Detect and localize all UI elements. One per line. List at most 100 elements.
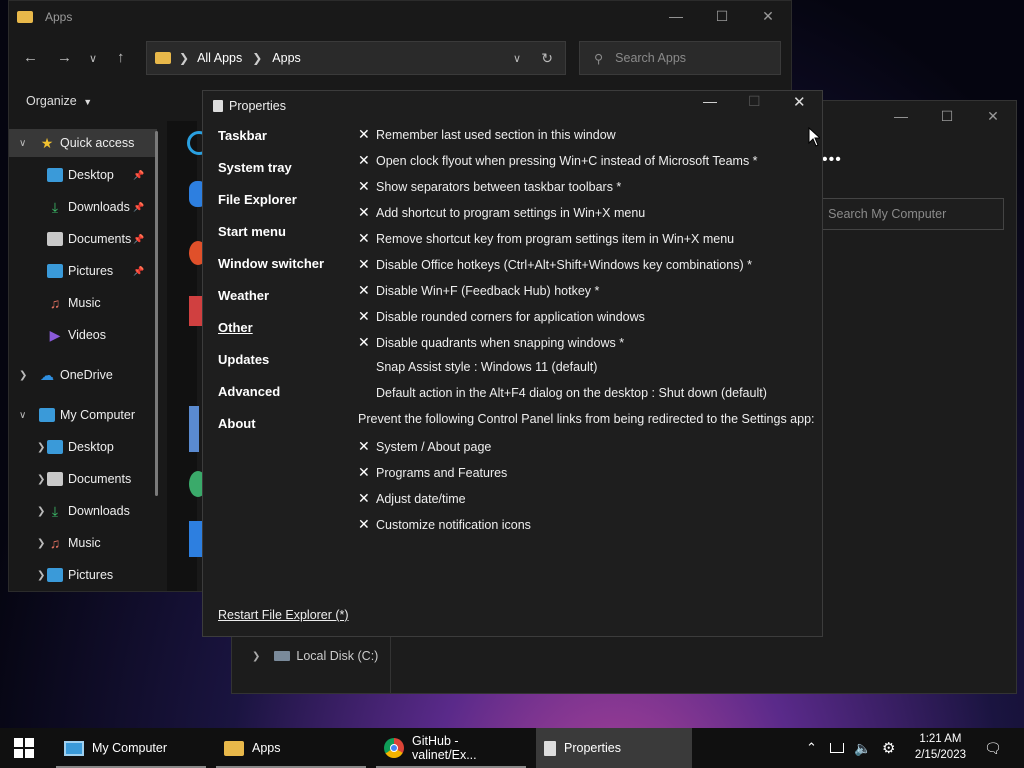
volume-icon[interactable]: 🔈 — [854, 728, 874, 768]
search-apps-input[interactable]: ⚲ Search Apps — [579, 41, 781, 75]
sidebar-item[interactable]: ❯ ♫ Music — [9, 529, 157, 557]
nav-updates[interactable]: Updates — [218, 352, 269, 367]
option-toggle[interactable]: ✕ Open clock flyout when pressing Win+C i… — [358, 152, 758, 169]
mouse-cursor-icon — [808, 127, 820, 147]
sidebar-item[interactable]: Desktop 📌 — [9, 161, 157, 189]
properties-icon — [544, 740, 556, 756]
chevron-right-icon[interactable]: ❯ — [252, 651, 260, 662]
navigation-pane: ∨ ★ Quick access Desktop 📌 ⤓ Downloads 📌 Documen… — [9, 121, 169, 591]
pin-icon: 📌 — [133, 169, 145, 180]
option-label: Open clock flyout when pressing Win+C in… — [376, 153, 758, 168]
recent-chevron-icon[interactable]: ∨ — [89, 52, 97, 65]
nav-weather[interactable]: Weather — [218, 288, 269, 303]
nav-other[interactable]: Other — [218, 320, 253, 335]
address-bar[interactable]: ❯ All Apps ❯ Apps ∨ ↻ — [146, 41, 566, 75]
chevron-right-icon[interactable]: ❯ — [37, 538, 45, 549]
sidebar-item[interactable]: ∨ My Computer — [9, 401, 157, 429]
close-button[interactable]: ✕ — [745, 1, 791, 31]
option-toggle[interactable]: ✕ Remove shortcut key from program settin… — [358, 230, 734, 247]
nav-taskbar[interactable]: Taskbar — [218, 128, 267, 143]
clock[interactable]: 1:21 AM 2/15/2023 — [915, 731, 966, 763]
search-my-computer-input[interactable]: ⚲ Search My Computer — [809, 198, 1004, 230]
nav-system-tray[interactable]: System tray — [218, 160, 292, 175]
navigation-bar: ← → ∨ ↑ ❯ All Apps ❯ Apps ∨ ↻ ⚲ Search A… — [9, 41, 791, 77]
option-toggle[interactable]: ✕ Disable quadrants when snapping windows… — [358, 334, 624, 351]
option-toggle[interactable]: ✕ Remember last used section in this wind… — [358, 126, 616, 143]
properties-dialog[interactable]: Properties — ☐ ✕ Taskbar System tray File … — [202, 90, 823, 637]
chevron-right-icon[interactable]: ❯ — [37, 506, 45, 517]
app-icon[interactable] — [189, 406, 199, 452]
option-selector[interactable]: Default action in the Alt+F4 dialog on t… — [376, 386, 767, 400]
sidebar-item[interactable]: Pictures 📌 — [9, 257, 157, 285]
sidebar-item-label: Music — [68, 296, 101, 310]
breadcrumb-apps[interactable]: Apps — [272, 51, 301, 65]
restart-file-explorer-link[interactable]: Restart File Explorer (*) — [218, 608, 349, 622]
chevron-down-icon[interactable]: ∨ — [19, 410, 26, 421]
option-toggle[interactable]: ✕ Adjust date/time — [358, 490, 466, 507]
chevron-right-icon[interactable]: ❯ — [37, 474, 45, 485]
start-button[interactable] — [0, 728, 48, 768]
taskbar-app-properties[interactable]: Properties — [536, 728, 692, 768]
option-toggle[interactable]: ✕ Disable Win+F (Feedback Hub) hotkey * — [358, 282, 599, 299]
close-button[interactable]: ✕ — [793, 93, 806, 111]
sidebar-item[interactable]: ❯ Documents — [9, 465, 157, 493]
network-icon[interactable] — [830, 728, 848, 768]
chevron-right-icon[interactable]: ❯ — [37, 442, 45, 453]
maximize-button[interactable]: ☐ — [924, 101, 970, 131]
nav-file-explorer[interactable]: File Explorer — [218, 192, 297, 207]
sidebar-item[interactable]: Documents 📌 — [9, 225, 157, 253]
nav-window-switcher[interactable]: Window switcher — [218, 256, 324, 271]
local-disk-item[interactable]: ❯ Local Disk (C:) — [252, 649, 378, 663]
chevron-right-icon[interactable]: ❯ — [19, 370, 27, 381]
sidebar-item-label: Desktop — [68, 168, 114, 182]
organize-button[interactable]: Organize ▼ — [26, 94, 92, 108]
forward-arrow-icon[interactable]: → — [57, 49, 72, 66]
chevron-down-icon: ▼ — [83, 97, 93, 107]
notification-center-icon[interactable]: 🗨 — [984, 728, 1004, 768]
sidebar-item[interactable]: ♫ Music — [9, 289, 157, 317]
option-toggle[interactable]: ✕ Show separators between taskbar toolbar… — [358, 178, 621, 195]
sidebar-item-label: Music — [68, 536, 101, 550]
sidebar-item[interactable]: ▶ Videos — [9, 321, 157, 349]
option-toggle[interactable]: ✕ Disable Office hotkeys (Ctrl+Alt+Shift+… — [358, 256, 752, 273]
document-icon — [47, 472, 63, 486]
sidebar-item[interactable]: ⤓ Downloads 📌 — [9, 193, 157, 221]
option-selector[interactable]: Snap Assist style : Windows 11 (default) — [376, 360, 597, 374]
maximize-button[interactable]: ☐ — [699, 1, 745, 31]
sidebar-item[interactable]: ❯ Desktop — [9, 433, 157, 461]
sidebar-item[interactable]: ❯ ⤓ Downloads — [9, 497, 157, 525]
option-label: System / About page — [376, 439, 492, 454]
properties-icon — [213, 100, 223, 112]
option-toggle[interactable]: ✕ System / About page — [358, 438, 491, 455]
up-arrow-icon[interactable]: ↑ — [117, 49, 125, 66]
show-hidden-icons-chevron-icon[interactable]: ⌃ — [806, 728, 824, 768]
close-button[interactable]: ✕ — [970, 101, 1016, 131]
more-options-icon[interactable]: ••• — [822, 151, 842, 169]
chevron-down-icon[interactable]: ∨ — [19, 138, 26, 149]
minimize-button[interactable]: — — [703, 93, 717, 109]
option-toggle[interactable]: ✕ Customize notification icons — [358, 516, 531, 533]
minimize-button[interactable]: — — [878, 101, 924, 131]
back-arrow-icon[interactable]: ← — [23, 49, 38, 66]
sidebar-item[interactable]: ∨ ★ Quick access — [9, 129, 157, 157]
settings-gear-icon[interactable]: ⚙ — [882, 728, 902, 768]
chevron-right-icon[interactable]: ❯ — [37, 570, 45, 581]
nav-advanced[interactable]: Advanced — [218, 384, 280, 399]
taskbar-app-chrome[interactable]: GitHub - valinet/Ex... — [376, 728, 526, 768]
properties-titlebar[interactable]: Properties — [203, 91, 822, 121]
sidebar-item[interactable]: ❯ Pictures — [9, 561, 157, 589]
sidebar-scrollbar[interactable] — [155, 131, 158, 496]
refresh-icon[interactable]: ↻ — [541, 50, 553, 67]
option-toggle[interactable]: ✕ Add shortcut to program settings in Win… — [358, 204, 645, 221]
option-toggle[interactable]: ✕ Programs and Features — [358, 464, 507, 481]
breadcrumb-all-apps[interactable]: All Apps — [197, 51, 242, 65]
sidebar-item[interactable]: ❯ ☁ OneDrive — [9, 361, 157, 389]
taskbar-app-folder[interactable]: Apps — [216, 728, 366, 768]
minimize-button[interactable]: — — [653, 1, 699, 31]
app-list-area — [167, 121, 211, 591]
option-toggle[interactable]: ✕ Disable rounded corners for application… — [358, 308, 645, 325]
chevron-down-icon[interactable]: ∨ — [513, 52, 521, 65]
nav-about[interactable]: About — [218, 416, 256, 431]
nav-start-menu[interactable]: Start menu — [218, 224, 286, 239]
taskbar-app-computer[interactable]: My Computer — [56, 728, 206, 768]
